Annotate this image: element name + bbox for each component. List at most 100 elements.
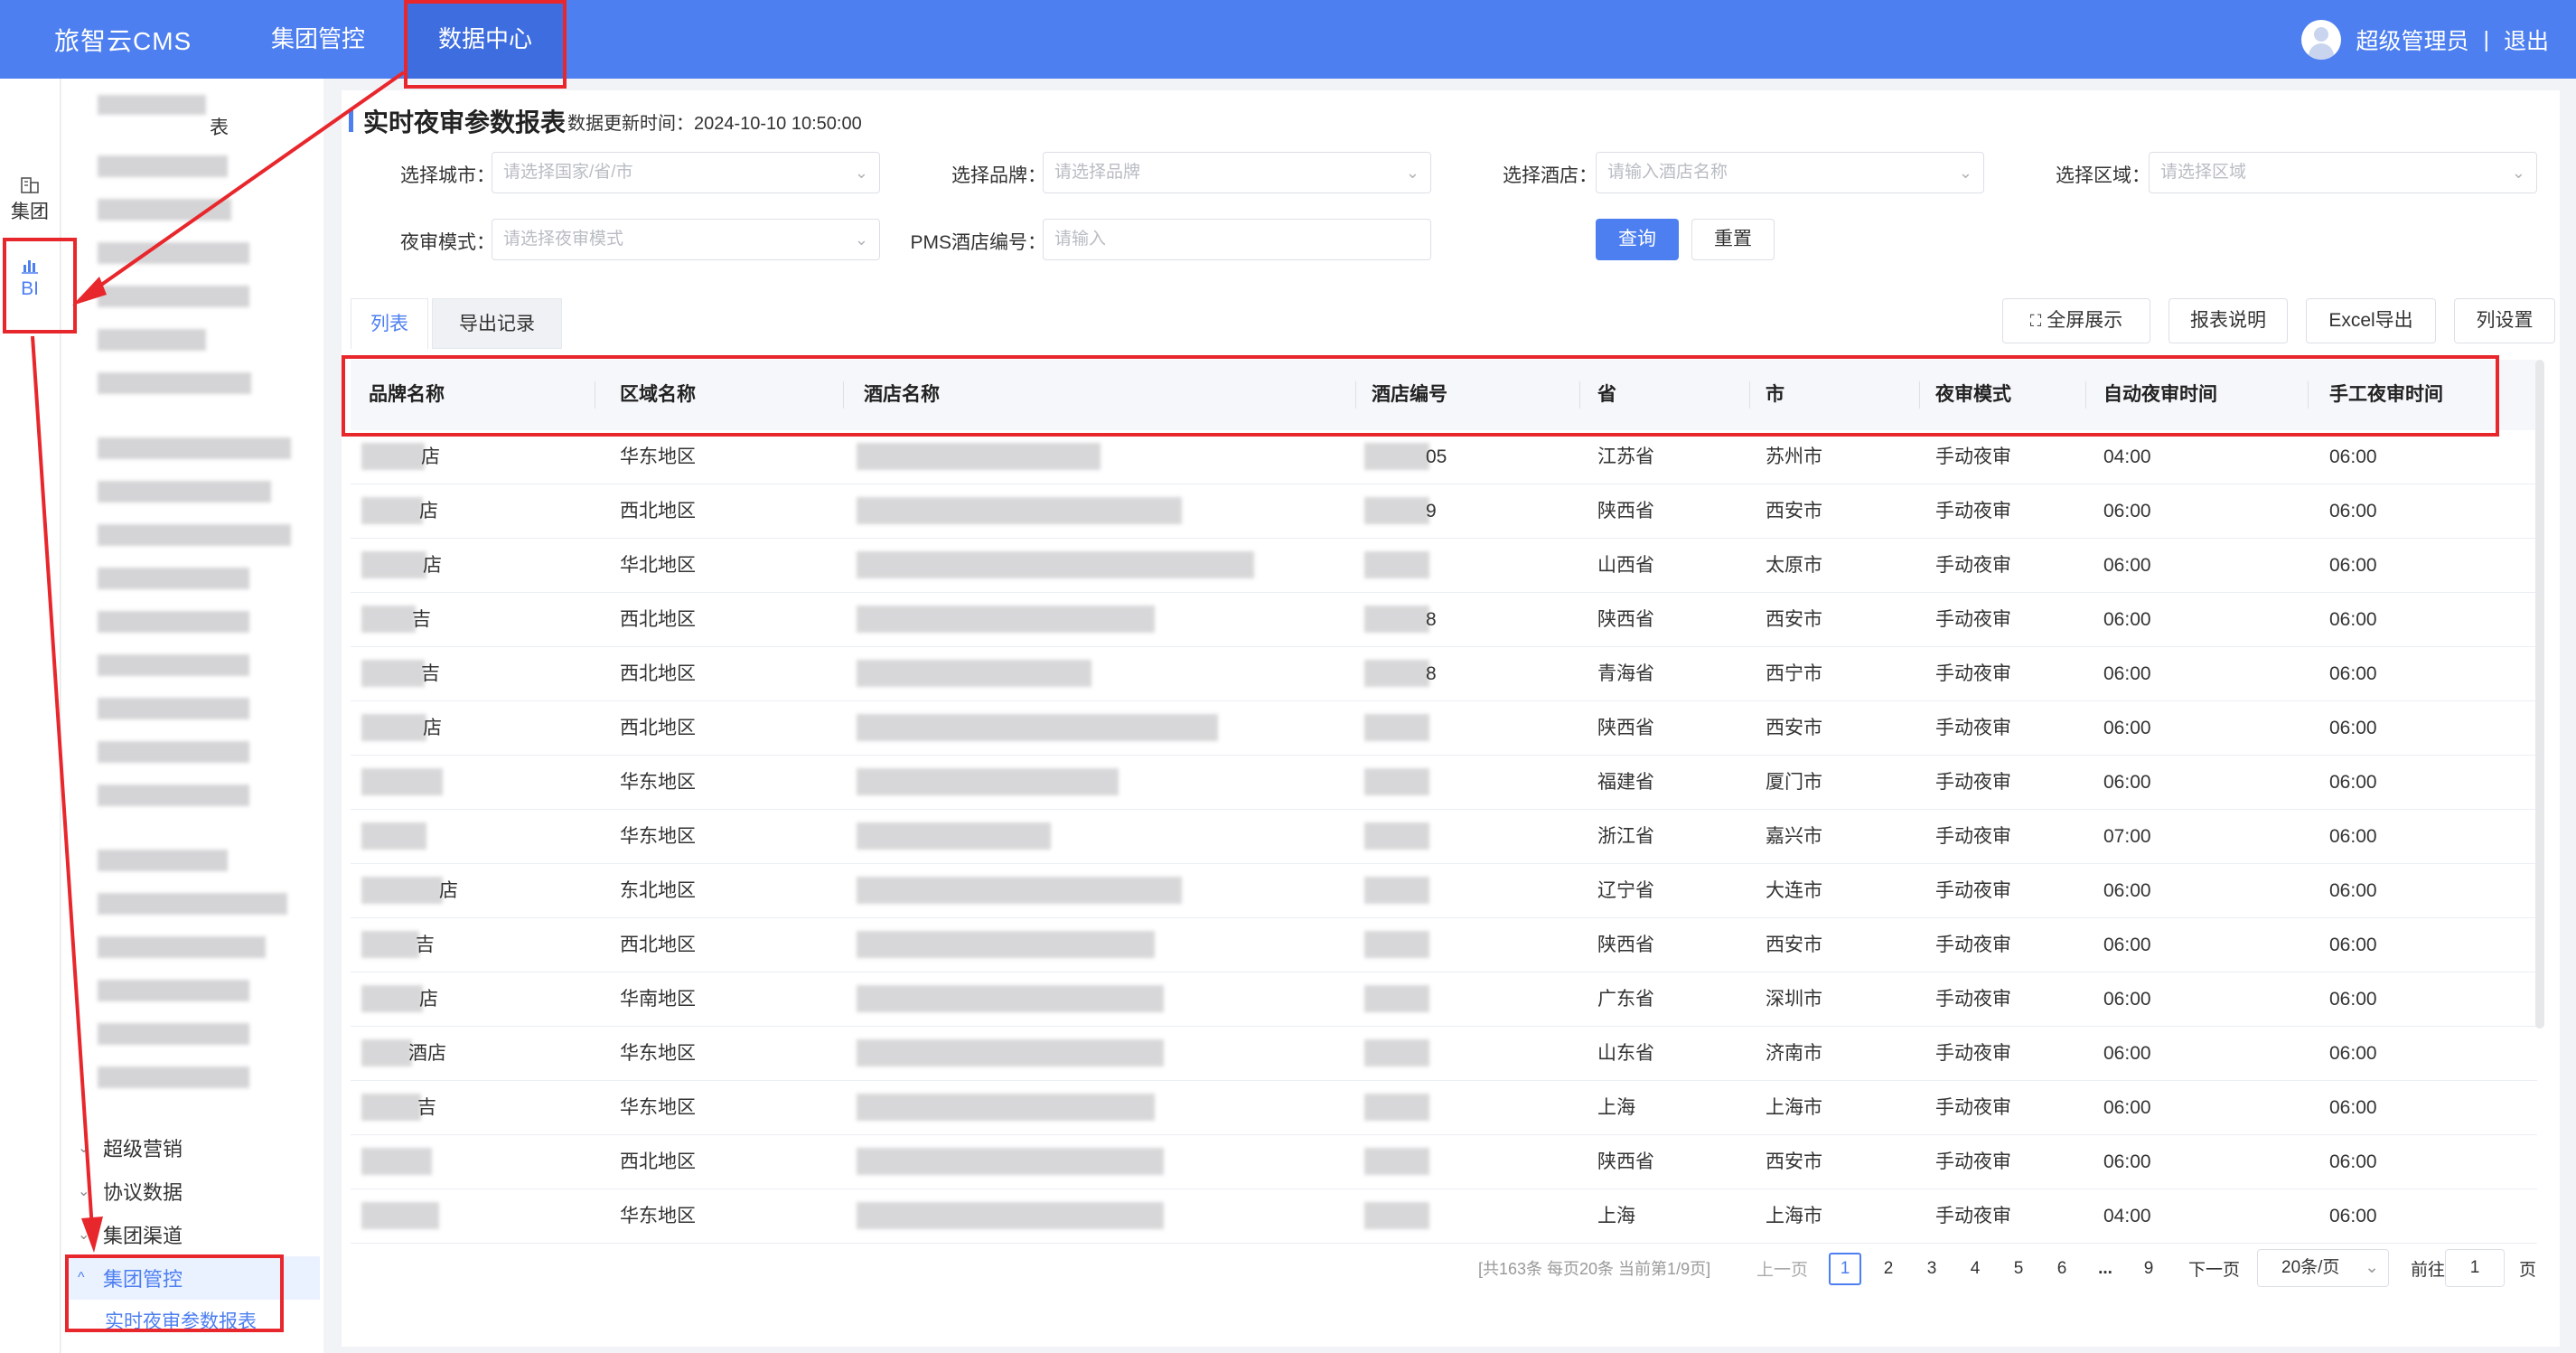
redacted-block	[361, 606, 416, 633]
tab-export-records[interactable]: 导出记录	[432, 298, 562, 349]
cell-region: 华东地区	[620, 1097, 696, 1118]
redacted-block	[1364, 768, 1429, 795]
page-2[interactable]: 2	[1872, 1253, 1905, 1285]
cell-brand: 店	[439, 880, 458, 901]
cell-mode: 手动夜审	[1935, 1206, 2011, 1226]
cell-brand: 店	[419, 501, 438, 521]
cell-province: 辽宁省	[1597, 880, 1654, 901]
logout-link[interactable]: 退出	[2504, 23, 2549, 56]
cell-province: 上海	[1597, 1097, 1635, 1118]
cell-mode: 手动夜审	[1935, 935, 2011, 955]
menu-group-super-marketing[interactable]: ⌄ 超级营销	[78, 1133, 183, 1162]
cell-province: 陕西省	[1597, 501, 1654, 521]
table-scrollbar-track[interactable]	[2535, 360, 2544, 1029]
table-row[interactable]: 吉 西北地区 陕西省 西安市 手动夜审 06:00 06:00	[351, 918, 2537, 972]
menu-group-channel[interactable]: ⌄ 集团渠道	[78, 1220, 183, 1249]
hotel-select[interactable]: 请输入酒店名称 ⌄	[1596, 152, 1984, 193]
cell-mode: 手动夜审	[1935, 989, 2011, 1010]
cell-province: 青海省	[1597, 663, 1654, 684]
cell-mode: 手动夜审	[1935, 1097, 2011, 1118]
table-row[interactable]: 吉 华东地区 上海 上海市 手动夜审 06:00 06:00	[351, 1081, 2537, 1135]
redacted-block	[1364, 822, 1429, 850]
page-9[interactable]: 9	[2132, 1253, 2165, 1285]
iconbar-item-group[interactable]: 集团	[0, 174, 60, 224]
table-row[interactable]: 吉 西北地区 8 青海省 西宁市 手动夜审 06:00 06:00	[351, 647, 2537, 701]
table-row[interactable]: 店 华东地区 05 江苏省 苏州市 手动夜审 04:00 06:00	[351, 430, 2537, 484]
page-1[interactable]: 1	[1829, 1253, 1861, 1285]
menu-group-protocol-data[interactable]: ⌄ 协议数据	[78, 1177, 183, 1206]
table-row[interactable]: 店 西北地区 9 陕西省 西安市 手动夜审 06:00 06:00	[351, 484, 2537, 539]
cell-auto: 06:00	[2103, 609, 2151, 630]
cell-manual: 06:00	[2329, 1043, 2377, 1064]
redacted-block	[857, 1202, 1164, 1229]
redacted-block	[857, 1039, 1164, 1066]
cell-brand: 店	[419, 989, 438, 1010]
nav-group-control[interactable]: 集团管控	[271, 0, 365, 79]
table-row[interactable]: 店 西北地区 陕西省 西安市 手动夜审 06:00 06:00	[351, 701, 2537, 756]
table-row[interactable]: 华东地区 福建省 厦门市 手动夜审 06:00 06:00	[351, 756, 2537, 810]
table-row[interactable]: 西北地区 陕西省 西安市 手动夜审 06:00 06:00	[351, 1135, 2537, 1189]
app-brand[interactable]: 旅智云CMS	[54, 22, 192, 58]
redacted-block	[857, 443, 1101, 470]
region-select[interactable]: 请选择区域 ⌄	[2149, 152, 2537, 193]
city-select[interactable]: 请选择国家/省/市 ⌄	[492, 152, 880, 193]
table-row[interactable]: 华东地区 浙江省 嘉兴市 手动夜审 07:00 06:00	[351, 810, 2537, 864]
cell-auto: 06:00	[2103, 663, 2151, 684]
cell-city: 大连市	[1766, 880, 1822, 901]
table-row[interactable]: 店 华北地区 山西省 太原市 手动夜审 06:00 06:00	[351, 539, 2537, 593]
annotation-box-table-header	[342, 355, 2499, 437]
excel-export-button[interactable]: Excel导出	[2306, 298, 2436, 343]
page-ellipsis[interactable]: ...	[2089, 1253, 2122, 1285]
fullscreen-button[interactable]: ⛶ 全屏展示	[2002, 298, 2150, 343]
redacted-block	[857, 985, 1164, 1012]
blurred-menu-item	[98, 481, 271, 503]
table-row[interactable]: 酒店 华东地区 山东省 济南市 手动夜审 06:00 06:00	[351, 1027, 2537, 1081]
reset-button[interactable]: 重置	[1691, 219, 1775, 260]
query-button[interactable]: 查询	[1596, 219, 1679, 260]
goto-page-input[interactable]: 1	[2445, 1249, 2505, 1287]
page-title: 实时夜审参数报表	[363, 108, 567, 136]
report-explain-button[interactable]: 报表说明	[2169, 298, 2288, 343]
pms-input[interactable]: 请输入	[1043, 219, 1431, 260]
page-6[interactable]: 6	[2046, 1253, 2078, 1285]
tab-list[interactable]: 列表	[351, 298, 428, 349]
table-row[interactable]: 华东地区 上海 上海市 手动夜审 04:00 06:00	[351, 1189, 2537, 1244]
user-name[interactable]: 超级管理员	[2356, 23, 2468, 56]
mode-placeholder: 请选择夜审模式	[503, 230, 624, 249]
blurred-menu-item	[98, 936, 266, 958]
redacted-block	[857, 1094, 1155, 1121]
user-avatar-icon[interactable]	[2301, 20, 2342, 60]
column-settings-button[interactable]: 列设置	[2454, 298, 2555, 343]
brand-select[interactable]: 请选择品牌 ⌄	[1043, 152, 1431, 193]
cell-city: 厦门市	[1766, 772, 1822, 793]
mode-label: 夜审模式：	[400, 232, 495, 253]
cell-code: 05	[1426, 446, 1447, 467]
blurred-menu-item	[98, 698, 249, 719]
page-5[interactable]: 5	[2002, 1253, 2035, 1285]
cell-auto: 06:00	[2103, 718, 2151, 738]
page-3[interactable]: 3	[1916, 1253, 1948, 1285]
table-row[interactable]: 店 东北地区 辽宁省 大连市 手动夜审 06:00 06:00	[351, 864, 2537, 918]
page-size-select[interactable]: 20条/页 ⌄	[2257, 1249, 2389, 1287]
prev-page-button[interactable]: 上一页	[1756, 1256, 1808, 1281]
cell-manual: 06:00	[2329, 663, 2377, 684]
next-page-button[interactable]: 下一页	[2188, 1256, 2240, 1281]
cell-brand: 吉	[416, 935, 435, 955]
cell-brand: 吉	[412, 609, 431, 630]
blurred-menu-item	[98, 785, 249, 806]
page-4[interactable]: 4	[1959, 1253, 1991, 1285]
cell-brand: 吉	[417, 1097, 436, 1118]
user-area: 超级管理员 | 退出	[2301, 20, 2549, 60]
chevron-down-icon: ⌄	[854, 164, 868, 182]
cell-manual: 06:00	[2329, 446, 2377, 467]
cell-manual: 06:00	[2329, 826, 2377, 847]
cell-brand: 店	[423, 555, 442, 576]
table-row[interactable]: 店 华南地区 广东省 深圳市 手动夜审 06:00 06:00	[351, 972, 2537, 1027]
cell-manual: 06:00	[2329, 718, 2377, 738]
mode-select[interactable]: 请选择夜审模式 ⌄	[492, 219, 880, 260]
cell-auto: 06:00	[2103, 1043, 2151, 1064]
cell-city: 上海市	[1766, 1206, 1822, 1226]
table-row[interactable]: 吉 西北地区 8 陕西省 西安市 手动夜审 06:00 06:00	[351, 593, 2537, 647]
chevron-down-icon: ⌄	[1958, 164, 1972, 182]
cell-brand: 店	[423, 718, 442, 738]
